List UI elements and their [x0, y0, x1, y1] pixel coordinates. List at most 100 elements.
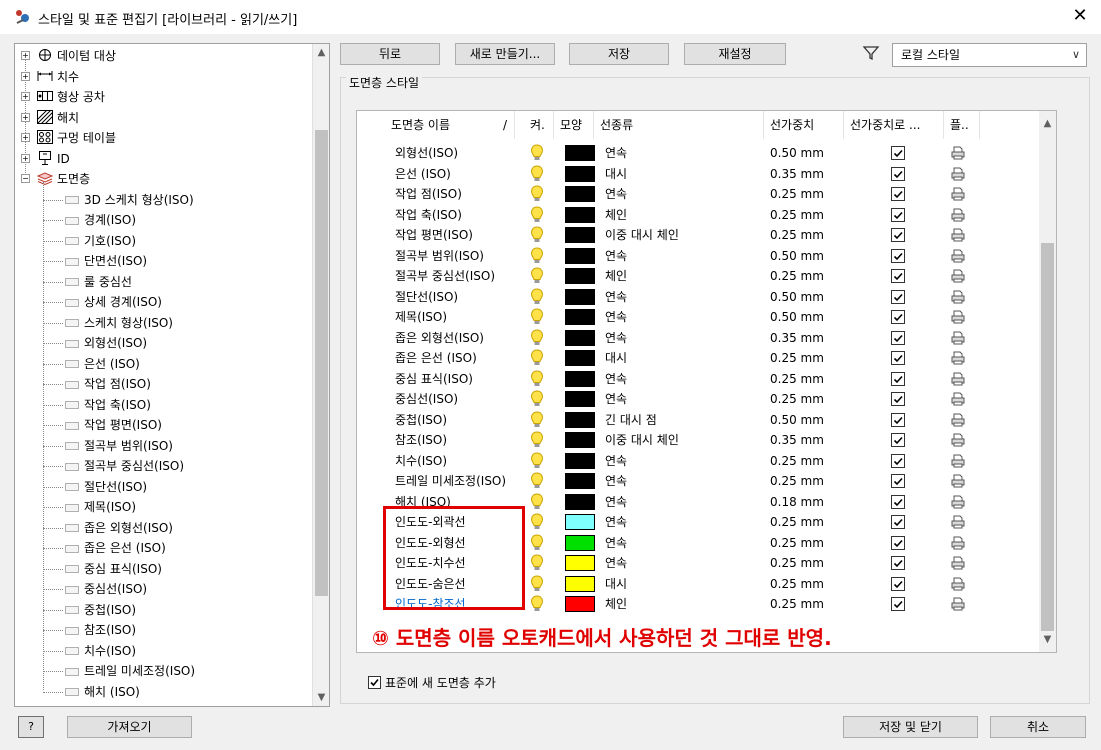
- layer-lineweight[interactable]: 0.35 mm: [770, 430, 824, 450]
- col-header-scale[interactable]: 선가중치로 ...: [844, 111, 944, 139]
- col-header-on[interactable]: 켜.: [524, 111, 554, 139]
- table-row[interactable]: 중심선(ISO) 연속 0.25 mm: [385, 389, 1039, 410]
- scale-by-lineweight-checkbox[interactable]: [891, 392, 905, 406]
- lightbulb-on-icon[interactable]: [530, 574, 544, 593]
- layer-linetype[interactable]: 체인: [605, 266, 627, 286]
- lightbulb-on-icon[interactable]: [530, 308, 544, 326]
- col-header-sort[interactable]: /: [497, 111, 519, 139]
- table-row[interactable]: 중첩(ISO) 긴 대시 점 0.50 mm: [385, 410, 1039, 431]
- layer-name[interactable]: 중첩(ISO): [395, 410, 447, 430]
- tree-layer-item[interactable]: 참조(ISO): [43, 620, 136, 640]
- table-row[interactable]: 치수(ISO) 연속 0.25 mm: [385, 451, 1039, 472]
- printer-icon[interactable]: [951, 392, 965, 406]
- tree-layer-item[interactable]: 작업 축(ISO): [43, 395, 151, 415]
- save-button[interactable]: 저장: [569, 43, 669, 65]
- reset-button[interactable]: 재설정: [684, 43, 786, 65]
- layer-name[interactable]: 치수(ISO): [395, 451, 447, 471]
- layer-linetype[interactable]: 연속: [605, 246, 627, 266]
- layer-lineweight[interactable]: 0.50 mm: [770, 410, 824, 430]
- tree-layer-item[interactable]: 중첩(ISO): [43, 600, 136, 620]
- tree-layer-item[interactable]: 치수(ISO): [43, 641, 136, 661]
- layer-lineweight[interactable]: 0.25 mm: [770, 225, 824, 245]
- table-scroll-thumb[interactable]: [1041, 243, 1054, 631]
- lightbulb-on-icon[interactable]: [530, 185, 544, 203]
- layer-name[interactable]: 작업 평면(ISO): [395, 225, 473, 245]
- scale-by-lineweight-checkbox[interactable]: [891, 494, 905, 509]
- layer-lineweight[interactable]: 0.25 mm: [770, 369, 824, 389]
- scale-by-lineweight-checkbox[interactable]: [891, 453, 905, 468]
- tree-layer-item[interactable]: 스케치 형상(ISO): [43, 313, 173, 333]
- lightbulb-on-icon[interactable]: [530, 451, 544, 470]
- layer-lineweight[interactable]: 0.25 mm: [770, 533, 824, 553]
- table-row[interactable]: 은선 (ISO) 대시 0.35 mm: [385, 164, 1039, 185]
- scroll-down-icon[interactable]: ▼: [313, 689, 329, 706]
- expand-icon[interactable]: +: [21, 92, 30, 101]
- layer-name[interactable]: 중심 표식(ISO): [395, 369, 473, 389]
- layer-linetype[interactable]: 연속: [605, 533, 627, 553]
- layer-linetype[interactable]: 연속: [605, 389, 627, 409]
- printer-icon[interactable]: [951, 433, 965, 447]
- tree-layer-item[interactable]: 작업 점(ISO): [43, 374, 151, 394]
- save-and-close-button[interactable]: 저장 및 닫기: [843, 716, 978, 738]
- tree-layer-item[interactable]: 은선 (ISO): [43, 354, 140, 374]
- printer-icon[interactable]: [951, 167, 965, 181]
- layer-linetype[interactable]: 긴 대시 점: [605, 410, 657, 430]
- layer-name[interactable]: 외형선(ISO): [395, 143, 458, 163]
- layer-linetype[interactable]: 연속: [605, 369, 627, 389]
- printer-icon[interactable]: [951, 495, 965, 509]
- scale-by-lineweight-checkbox[interactable]: [891, 187, 905, 201]
- scale-by-lineweight-checkbox[interactable]: [891, 556, 905, 570]
- table-row[interactable]: 좁은 은선 (ISO) 대시 0.25 mm: [385, 348, 1039, 369]
- tree-layer-item[interactable]: 외형선(ISO): [43, 333, 147, 353]
- layer-color-swatch[interactable]: [565, 288, 595, 305]
- printer-icon[interactable]: [951, 290, 965, 304]
- tree-layer-item[interactable]: 해치 (ISO): [43, 682, 140, 702]
- layer-linetype[interactable]: 연속: [605, 287, 627, 307]
- scale-by-lineweight-checkbox[interactable]: [891, 597, 905, 611]
- layer-color-swatch[interactable]: [565, 432, 595, 448]
- tree-scroll-thumb[interactable]: [315, 130, 328, 596]
- col-header-linetype[interactable]: 선종류: [594, 111, 764, 139]
- layer-lineweight[interactable]: 0.25 mm: [770, 512, 824, 532]
- layer-name[interactable]: 좁은 외형선(ISO): [395, 328, 484, 348]
- layer-color-swatch[interactable]: [565, 452, 595, 469]
- table-row[interactable]: 절곡부 중심선(ISO) 체인 0.25 mm: [385, 266, 1039, 287]
- layer-name[interactable]: 제목(ISO): [395, 307, 447, 327]
- lightbulb-on-icon[interactable]: [530, 164, 544, 183]
- scale-by-lineweight-checkbox[interactable]: [891, 146, 905, 160]
- tree-layer-item[interactable]: 트레일 미세조정(ISO): [43, 661, 195, 681]
- layer-lineweight[interactable]: 0.25 mm: [770, 205, 824, 225]
- scale-by-lineweight-checkbox[interactable]: [891, 412, 905, 427]
- layer-lineweight[interactable]: 0.25 mm: [770, 348, 824, 368]
- scale-by-lineweight-checkbox[interactable]: [891, 228, 905, 242]
- printer-icon[interactable]: [951, 310, 965, 324]
- layer-color-swatch[interactable]: [565, 206, 595, 223]
- cancel-button[interactable]: 취소: [990, 716, 1086, 738]
- table-row[interactable]: 좁은 외형선(ISO) 연속 0.35 mm: [385, 328, 1039, 349]
- scale-by-lineweight-checkbox[interactable]: [891, 166, 905, 181]
- layer-color-swatch[interactable]: [565, 247, 595, 264]
- expand-icon[interactable]: +: [21, 71, 30, 81]
- layer-linetype[interactable]: 체인: [605, 594, 627, 614]
- layer-lineweight[interactable]: 0.50 mm: [770, 307, 824, 327]
- layer-linetype[interactable]: 대시: [605, 164, 627, 184]
- printer-icon[interactable]: [951, 536, 965, 550]
- layer-name[interactable]: 작업 점(ISO): [395, 184, 462, 204]
- layer-name[interactable]: 절곡부 중심선(ISO): [395, 266, 495, 286]
- tree-layer-item[interactable]: 작업 평면(ISO): [43, 415, 162, 435]
- tree-layer-item[interactable]: 상세 경계(ISO): [43, 292, 162, 312]
- tree-item-hole-table[interactable]: + 구멍 테이블: [19, 128, 116, 148]
- layer-lineweight[interactable]: 0.25 mm: [770, 451, 824, 471]
- printer-icon[interactable]: [951, 228, 965, 242]
- layer-color-swatch[interactable]: [565, 350, 595, 366]
- printer-icon[interactable]: [951, 577, 965, 591]
- scale-by-lineweight-checkbox[interactable]: [891, 248, 905, 263]
- scale-by-lineweight-checkbox[interactable]: [891, 371, 905, 386]
- layer-color-swatch[interactable]: [565, 596, 595, 612]
- col-header-name[interactable]: 도면층 이름: [385, 111, 515, 139]
- tree-layer-item[interactable]: 기호(ISO): [43, 231, 136, 251]
- printer-icon[interactable]: [951, 454, 965, 468]
- layer-name[interactable]: 은선 (ISO): [395, 164, 451, 184]
- printer-icon[interactable]: [951, 331, 965, 345]
- tree-layer-item[interactable]: 절단선(ISO): [43, 477, 147, 497]
